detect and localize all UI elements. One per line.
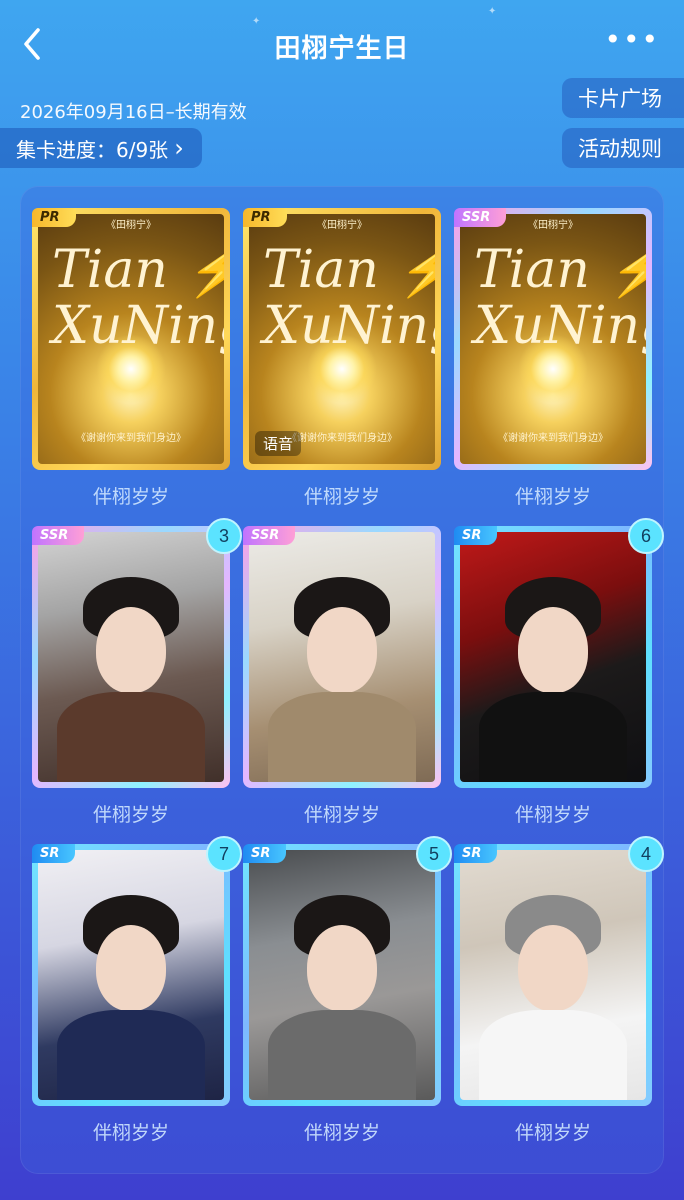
rarity-tag: SR	[243, 844, 287, 863]
card-photo	[249, 532, 435, 782]
rarity-tag: SSR	[454, 208, 507, 227]
photo-body	[56, 1010, 206, 1100]
card-art: 《田栩宁》 Tian ⚡XuNing 《谢谢你来到我们身边》 语音	[249, 214, 435, 464]
card-name: 伴栩岁岁	[92, 1122, 169, 1144]
card-name: 伴栩岁岁	[514, 804, 591, 826]
card-2[interactable]: 《田栩宁》 Tian ⚡XuNing 《谢谢你来到我们身边》 语音 PR	[243, 208, 441, 470]
art-title-line1: Tian ⚡	[263, 240, 435, 300]
card-photo	[460, 532, 646, 782]
card-name: 伴栩岁岁	[303, 486, 380, 508]
card-art-title: Tian ⚡XuNing	[263, 242, 435, 354]
sparkle-icon: ✦	[252, 16, 261, 27]
photo-body	[267, 1010, 417, 1100]
card-photo	[38, 850, 224, 1100]
rarity-tag: PR	[243, 208, 287, 227]
rarity-tag: SR	[454, 844, 498, 863]
count-badge: 4	[628, 836, 664, 872]
card-name: 伴栩岁岁	[303, 1122, 380, 1144]
page-title: 田栩宁生日	[274, 34, 410, 64]
rarity-tag: SSR	[243, 526, 296, 545]
rarity-tag: SR	[454, 526, 498, 545]
card-7[interactable]: SR	[32, 844, 230, 1106]
rarity-tag: PR	[32, 208, 76, 227]
card-name: 伴栩岁岁	[514, 486, 591, 508]
card-name: 伴栩岁岁	[92, 486, 169, 508]
card-photo	[460, 850, 646, 1100]
activity-rules-button[interactable]: 活动规则	[562, 128, 684, 168]
card-9[interactable]: SR	[454, 844, 652, 1106]
card-art-title: Tian ⚡XuNing	[474, 242, 646, 354]
more-dots-icon[interactable]: •••	[604, 26, 660, 54]
progress-label: 集卡进度：6/9张	[16, 137, 169, 162]
photo-face	[307, 925, 377, 1011]
card-8[interactable]: SR	[243, 844, 441, 1106]
photo-body	[478, 1010, 628, 1100]
rarity-tag: SSR	[32, 526, 85, 545]
card-art-subtitle: 《谢谢你来到我们身边》	[76, 433, 186, 444]
photo-body	[56, 692, 206, 782]
card-art-title: Tian ⚡XuNing	[52, 242, 224, 354]
count-badge: 7	[206, 836, 242, 872]
card-plaza-button[interactable]: 卡片广场	[562, 78, 684, 118]
photo-body	[267, 692, 417, 782]
rarity-tag: SR	[32, 844, 76, 863]
card-name: 伴栩岁岁	[303, 804, 380, 826]
count-badge: 5	[416, 836, 452, 872]
validity-date: 2026年09月16日–长期有效	[20, 102, 247, 123]
art-title-line2: XuNing	[263, 296, 435, 356]
card-3[interactable]: 《田栩宁》 Tian ⚡XuNing 《谢谢你来到我们身边》 SSR	[454, 208, 652, 470]
photo-face	[307, 607, 377, 693]
collect-progress-button[interactable]: 集卡进度：6/9张 ›	[0, 128, 202, 168]
photo-face	[518, 607, 588, 693]
photo-face	[96, 925, 166, 1011]
photo-face	[518, 925, 588, 1011]
card-art: 《田栩宁》 Tian ⚡XuNing 《谢谢你来到我们身边》	[460, 214, 646, 464]
photo-face	[96, 607, 166, 693]
card-photo	[249, 850, 435, 1100]
card-photo	[38, 532, 224, 782]
art-title-line2: XuNing	[474, 296, 646, 356]
card-1[interactable]: 《田栩宁》 Tian ⚡XuNing 《谢谢你来到我们身边》 PR	[32, 208, 230, 470]
art-title-line2: XuNing	[52, 296, 224, 356]
card-5[interactable]: SSR	[243, 526, 441, 788]
card-art: 《田栩宁》 Tian ⚡XuNing 《谢谢你来到我们身边》	[38, 214, 224, 464]
card-name: 伴栩岁岁	[514, 1122, 591, 1144]
card-name: 伴栩岁岁	[92, 804, 169, 826]
count-badge: 3	[206, 518, 242, 554]
art-title-line1: Tian ⚡	[474, 240, 646, 300]
chevron-right-icon: ›	[174, 134, 184, 162]
photo-body	[478, 692, 628, 782]
card-6[interactable]: SR	[454, 526, 652, 788]
card-4[interactable]: SSR	[32, 526, 230, 788]
count-badge: 6	[628, 518, 664, 554]
voice-badge[interactable]: 语音	[255, 431, 302, 456]
sparkle-icon: ✦	[488, 6, 497, 17]
art-title-line1: Tian ⚡	[52, 240, 224, 300]
card-art-subtitle: 《谢谢你来到我们身边》	[498, 433, 608, 444]
